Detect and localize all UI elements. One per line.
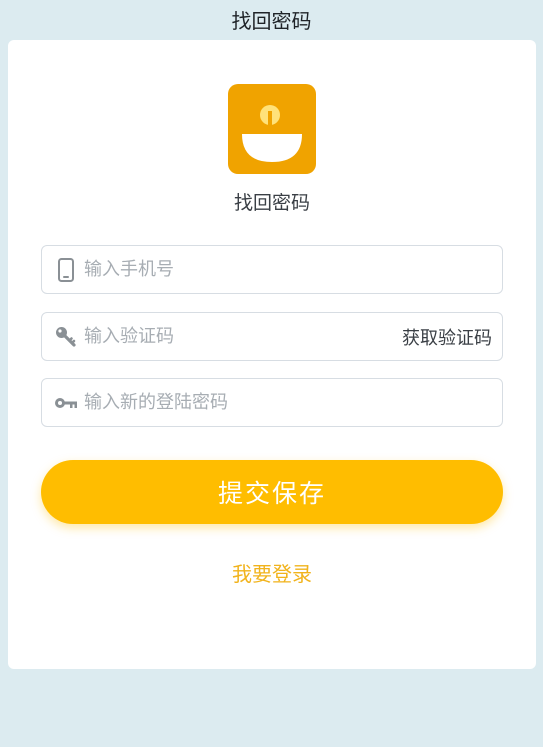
submit-save-button[interactable]: 提交保存 xyxy=(41,460,503,524)
phone-input[interactable] xyxy=(84,246,384,293)
mobile-phone-icon xyxy=(54,258,78,282)
phone-field xyxy=(41,245,503,294)
verification-code-input[interactable] xyxy=(84,313,384,360)
new-password-field xyxy=(41,378,503,427)
go-login-link[interactable]: 我要登录 xyxy=(8,558,536,587)
page: 找回密码 找回密码 输入手机号 输入验证码 获取验证码 提交保存 我要登录 xyxy=(0,0,543,747)
verification-code-field: 获取验证码 xyxy=(41,312,503,361)
key-horizontal-icon xyxy=(54,391,78,415)
recover-card: 找回密码 获取验证码 xyxy=(8,40,536,669)
get-code-button[interactable]: 获取验证码 xyxy=(402,313,492,360)
key-icon xyxy=(54,325,78,349)
app-logo-icon xyxy=(228,84,316,174)
page-title: 找回密码 xyxy=(231,8,312,33)
card-subtitle: 找回密码 xyxy=(233,192,310,214)
new-password-input[interactable] xyxy=(84,379,384,426)
